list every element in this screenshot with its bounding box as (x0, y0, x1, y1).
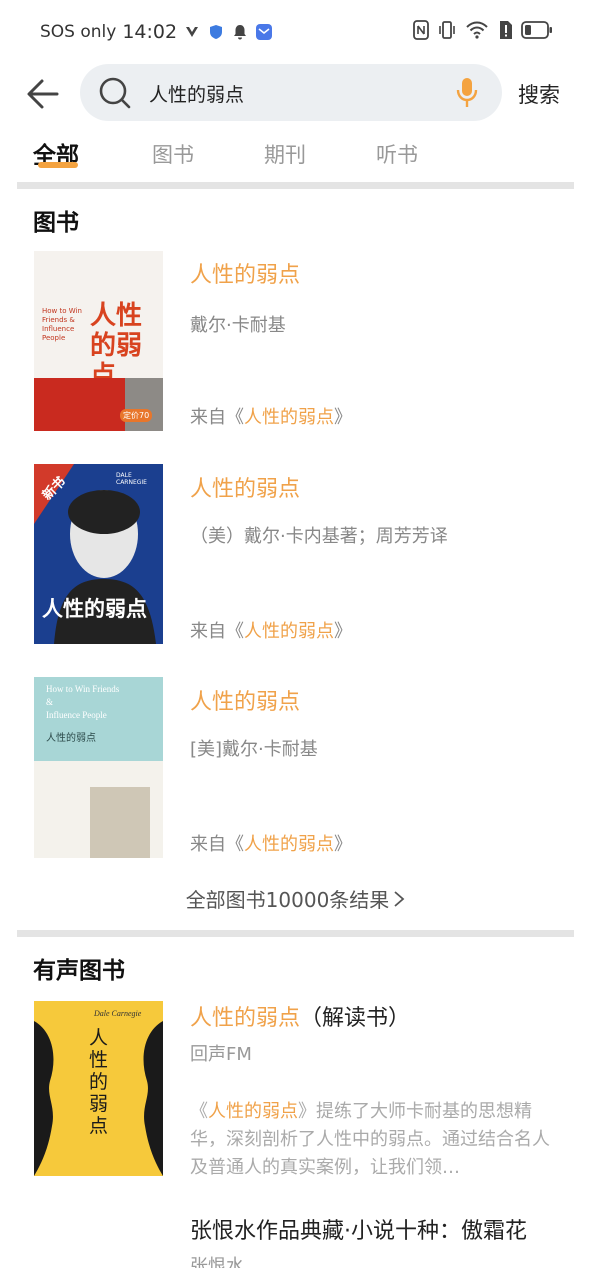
audio-author-2: 张恨水 (190, 1256, 244, 1268)
carrier-text: SOS only (40, 22, 117, 42)
audio-section-title: 有声图书 (33, 958, 125, 984)
back-arrow-icon[interactable] (24, 74, 64, 114)
cover-3-en-title: How to Win Friends & Influence People (46, 684, 120, 720)
active-tab-indicator (38, 162, 78, 168)
search-icon (99, 77, 131, 109)
audio-description-1: 《人性的弱点》提练了大师卡耐基的思想精华，深刻剖析了人性中的弱点。通过结合名人及… (190, 1101, 550, 1178)
book-author-2: （美）戴尔·卡内基著；周芳芳译 (190, 526, 448, 547)
status-bar: SOS only 14:02 (0, 0, 591, 64)
clock: 14:02 (122, 21, 178, 43)
audio-title-2[interactable]: 张恨水作品典藏·小说十种：傲霜花 (190, 1213, 527, 1245)
audio-cover-1[interactable]: Dale Carnegie 人性的弱点 (34, 1001, 163, 1176)
cover-1-en-title: How to Win Friends & Influence People (42, 307, 82, 342)
books-section-title: 图书 (33, 210, 79, 236)
all-books-results-link[interactable]: 全部图书10000条结果 (0, 884, 591, 913)
microphone-icon[interactable] (456, 77, 478, 109)
section-divider (17, 930, 574, 937)
status-left: SOS only 14:02 (40, 21, 273, 43)
chevron-right-icon (394, 891, 405, 907)
book-title-3[interactable]: 人性的弱点 (190, 684, 300, 716)
book-author-1: 戴尔·卡耐基 (190, 315, 286, 336)
audio-title-1[interactable]: 人性的弱点（解读书） (190, 1000, 410, 1032)
cover-1-portrait (125, 378, 163, 431)
battery-icon (521, 21, 552, 39)
book-source-2[interactable]: 来自《人性的弱点》 (190, 617, 352, 643)
search-button[interactable]: 搜索 (518, 79, 560, 109)
cover-3-portrait (90, 787, 150, 858)
search-input[interactable]: 人性的弱点 (80, 64, 502, 121)
cover-2-cn-title: 人性的弱点 (42, 597, 147, 621)
bell-icon (234, 25, 247, 40)
sim-alert-icon (500, 21, 512, 39)
mail-app-icon (256, 24, 273, 40)
tab-audiobooks[interactable]: 听书 (376, 139, 418, 169)
book-title-2[interactable]: 人性的弱点 (190, 471, 300, 503)
shield-icon (210, 25, 223, 39)
book-source-1[interactable]: 来自《人性的弱点》 (190, 403, 352, 429)
cover-3-cn-title: 人性的弱点 (46, 733, 96, 744)
cover-1-price-tag: 定价70 (120, 409, 153, 422)
section-divider (17, 182, 574, 189)
book-cover-2[interactable]: 新书 DALE CARNEGIE 人性的弱点 (34, 464, 163, 644)
cover-audio-cn-title: 人性的弱点 (89, 1027, 109, 1137)
book-author-3: [美]戴尔·卡耐基 (190, 739, 318, 760)
book-cover-3[interactable]: How to Win Friends & Influence People 人性… (34, 677, 163, 858)
book-title-1[interactable]: 人性的弱点 (190, 257, 300, 289)
nfc-icon (413, 20, 429, 40)
app-notification-icon (186, 27, 199, 37)
audio-publisher-1: 回声FM (190, 1044, 252, 1065)
book-source-3[interactable]: 来自《人性的弱点》 (190, 830, 352, 856)
status-right (413, 20, 553, 40)
cover-audio-signature: Dale Carnegie (94, 1009, 142, 1018)
cover-2-author: DALE CARNEGIE (116, 472, 147, 486)
tab-journals[interactable]: 期刊 (264, 139, 306, 169)
book-cover-1[interactable]: How to Win Friends & Influence People 人性… (34, 251, 163, 431)
filter-tabs: 全部 图书 期刊 听书 (0, 136, 591, 176)
wifi-icon (466, 21, 488, 39)
vibrate-icon (439, 21, 455, 39)
all-books-results-label: 全部图书10000条结果 (185, 888, 390, 912)
tab-books[interactable]: 图书 (152, 139, 194, 169)
search-query: 人性的弱点 (149, 84, 245, 106)
